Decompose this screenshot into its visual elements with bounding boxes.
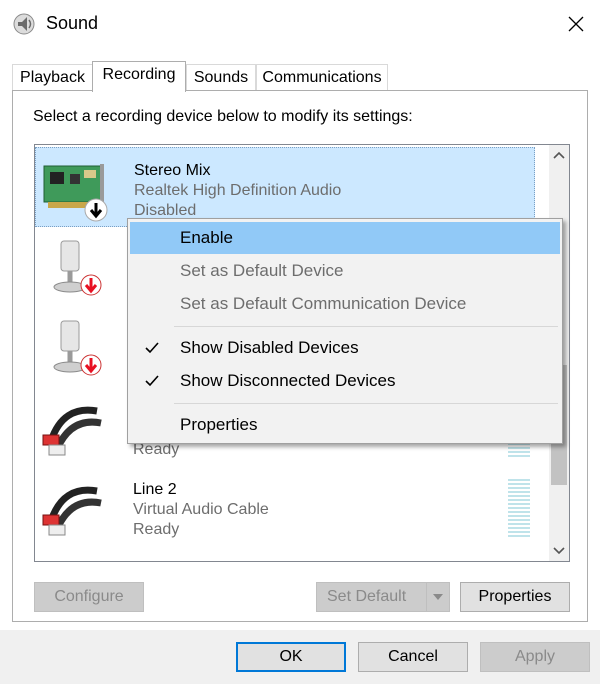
title-bar: Sound [0,0,600,48]
device-description: Virtual Audio Cable [133,501,269,518]
device-name: Stereo Mix [134,162,211,179]
tab-label: Recording [102,66,176,83]
menu-item-label: Set as Default Device [180,261,344,280]
menu-item-label: Set as Default Communication Device [180,294,467,313]
button-label: Cancel [388,648,438,665]
tab-recording[interactable]: Recording [92,61,186,92]
device-status: Ready [133,521,180,538]
cancel-button[interactable]: Cancel [358,642,468,672]
menu-item-label: Show Disabled Devices [180,338,359,357]
window-title: Sound [46,13,99,33]
menu-item-set-default-communication-device: Set as Default Communication Device [130,288,560,320]
close-icon [568,16,584,32]
menu-item-label: Show Disconnected Devices [180,371,396,390]
chevron-up-icon [553,151,565,159]
device-row-stereo-mix[interactable]: Stereo Mix Realtek High Definition Audio… [35,147,535,227]
instruction-text: Select a recording device below to modif… [33,108,413,125]
context-menu: Enable Set as Default Device Set as Defa… [127,218,563,444]
menu-item-label: Properties [180,415,258,434]
close-button[interactable] [560,8,592,40]
ok-button[interactable]: OK [236,642,346,672]
device-description: Realtek High Definition Audio [134,182,342,199]
sound-card-icon [43,164,108,222]
checkmark-icon [140,365,164,397]
button-label: Apply [514,648,556,665]
scroll-down-button[interactable] [549,541,569,561]
menu-separator [174,403,558,404]
scroll-up-button[interactable] [549,145,569,165]
menu-item-properties[interactable]: Properties [130,409,560,441]
audio-cable-icon [42,486,102,536]
menu-item-show-disconnected-devices[interactable]: Show Disconnected Devices [130,365,560,397]
tab-communications[interactable]: Communications [256,64,388,91]
level-meter [508,479,530,539]
speaker-icon [13,13,35,35]
apply-button[interactable]: Apply [480,642,590,672]
menu-item-enable[interactable]: Enable [130,222,560,254]
menu-separator [174,326,558,327]
configure-button[interactable]: Configure [34,582,144,612]
device-name: Line 2 [133,481,177,498]
microphone-icon [53,240,102,296]
tab-label: Sounds [193,69,249,86]
tab-label: Playback [20,69,85,86]
chevron-down-icon [553,547,565,555]
button-label: Configure [54,588,124,605]
tab-playback[interactable]: Playback [12,64,93,91]
set-default-button[interactable]: Set Default [316,582,450,612]
device-row-line-2[interactable]: Line 2 Virtual Audio Cable Ready [35,467,535,547]
audio-cable-icon [42,406,102,456]
tab-label: Communications [262,69,382,86]
checkmark-icon [140,332,164,364]
chevron-down-icon [433,594,443,600]
button-label: Set Default [327,588,407,605]
button-label: OK [279,648,303,665]
menu-item-label: Enable [180,228,233,247]
menu-item-set-default-device: Set as Default Device [130,255,560,287]
menu-item-show-disabled-devices[interactable]: Show Disabled Devices [130,332,560,364]
microphone-icon [53,320,102,376]
tab-sounds[interactable]: Sounds [186,64,256,91]
button-label: Properties [478,588,552,605]
properties-button[interactable]: Properties [460,582,570,612]
set-default-dropdown[interactable] [426,583,449,611]
